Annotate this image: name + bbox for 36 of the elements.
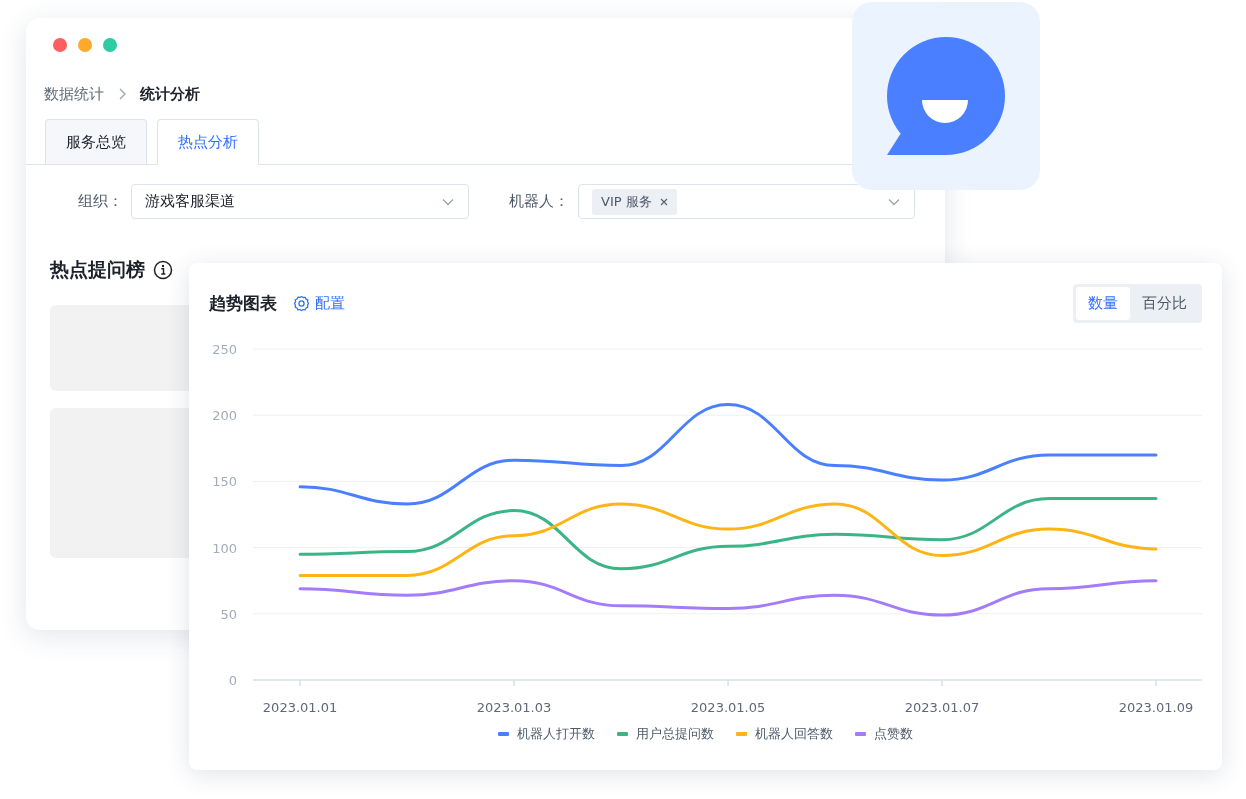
segment-option[interactable]: 数量 [1076,286,1130,320]
y-axis-label: 200 [212,408,237,424]
legend-label[interactable]: 机器人打开数 [517,725,595,743]
chevron-right-icon [118,88,126,100]
settings-icon[interactable] [293,294,310,312]
legend-label[interactable]: 机器人回答数 [755,725,833,743]
chat-bubble-icon [887,37,1005,155]
legend-label[interactable]: 用户总提问数 [636,725,714,743]
filter-label: 组织： [78,192,124,211]
chevron-down-icon [442,197,454,206]
x-axis-label: 2023.01.09 [1118,700,1194,715]
tab[interactable]: 热点分析 [157,119,259,165]
chevron-down-icon [888,197,900,206]
segment-option[interactable]: 百分比 [1130,286,1199,320]
breadcrumb-item[interactable]: 数据统计 [44,84,104,104]
y-axis-label: 150 [212,474,237,490]
close-icon[interactable] [659,197,668,206]
y-axis-label: 100 [212,540,237,556]
info-icon[interactable] [153,260,173,280]
section-title: 热点提问榜 [50,257,145,282]
y-axis-label: 250 [212,342,237,357]
select-field[interactable]: 游戏客服渠道 [131,184,469,219]
tab[interactable]: 服务总览 [45,119,147,164]
close-window-icon[interactable] [53,38,67,52]
x-axis-label: 2023.01.03 [476,700,552,715]
x-axis-label: 2023.01.05 [690,700,766,715]
x-axis-label: 2023.01.01 [262,700,338,715]
breadcrumb-item: 统计分析 [140,84,200,104]
y-axis-label: 50 [220,606,237,622]
y-axis-label: 0 [228,673,237,688]
config-link[interactable]: 配置 [293,293,345,313]
x-axis-label: 2023.01.07 [904,700,980,715]
tag: VIP 服务 [592,188,677,215]
filter-label: 机器人： [509,192,570,211]
chart-title: 趋势图表 [209,291,277,315]
legend-label[interactable]: 点赞数 [874,725,913,743]
